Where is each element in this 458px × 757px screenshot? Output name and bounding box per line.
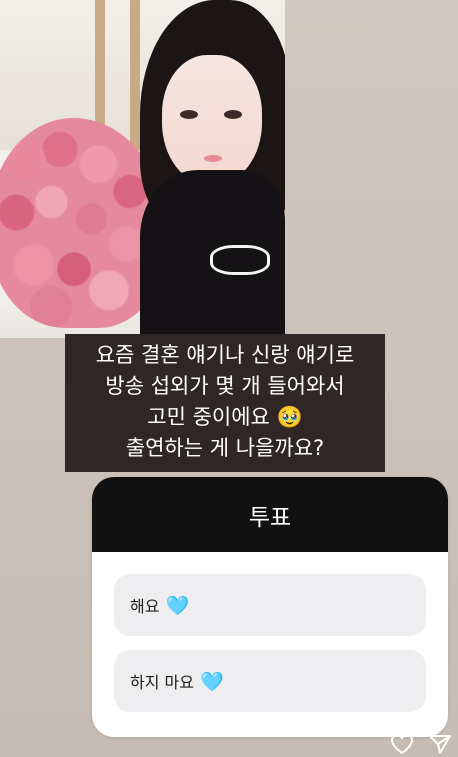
light-blue-heart-icon: 🩵 (165, 594, 190, 617)
poll-title: 투표 (92, 477, 448, 552)
photo-wall-panel (130, 0, 140, 150)
white-bow (210, 245, 270, 275)
eye (224, 110, 242, 119)
caption-line: 방송 섭외가 몇 개 들어와서 (105, 374, 345, 398)
poll-sticker: 투표 해요 🩵 하지 마요 🩵 (92, 477, 448, 737)
light-blue-heart-icon: 🩵 (199, 670, 224, 693)
face (162, 55, 262, 185)
caption-line: 요즘 결혼 얘기나 신랑 얘기로 (95, 343, 355, 367)
eye (180, 110, 198, 119)
story-caption: 요즘 결혼 얘기나 신랑 얘기로 방송 섭외가 몇 개 들어와서 고민 중이에요… (65, 334, 385, 472)
story-photo (0, 0, 285, 338)
poll-option-yes[interactable]: 해요 🩵 (114, 574, 426, 636)
story-actions (390, 733, 452, 755)
person-figure (140, 0, 285, 338)
caption-line: 고민 중이에요 🥹 (147, 405, 303, 429)
heart-outline-icon[interactable] (390, 733, 414, 755)
poll-option-label: 해요 (130, 597, 160, 616)
poll-option-label: 하지 마요 (130, 673, 194, 692)
caption-line: 출연하는 게 나을까요? (125, 436, 325, 460)
lips (204, 155, 222, 162)
poll-option-no[interactable]: 하지 마요 🩵 (114, 650, 426, 712)
paper-plane-icon[interactable] (428, 733, 452, 755)
